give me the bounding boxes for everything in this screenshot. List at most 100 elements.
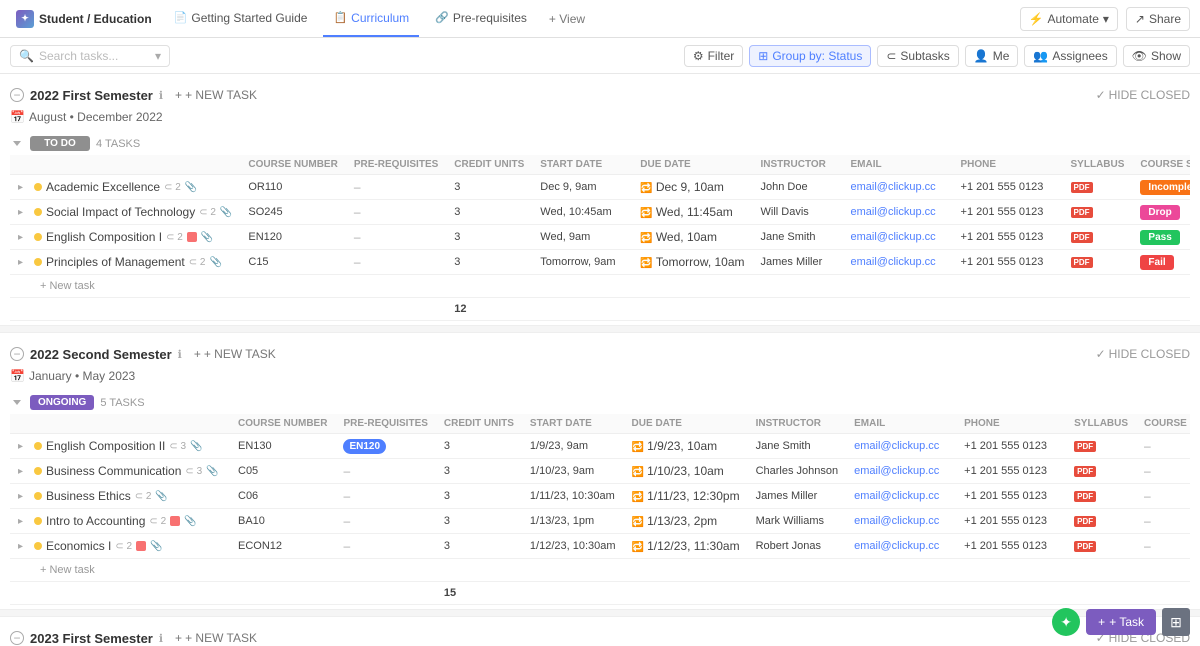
task-name[interactable]: English Composition I <box>46 230 162 244</box>
syllabus: PDF <box>1063 175 1133 200</box>
table-todo-first-2022: COURSE NUMBER PRE-REQUISITES CREDIT UNIT… <box>10 155 1190 321</box>
tab-curriculum[interactable]: 📋 Curriculum <box>323 0 419 37</box>
task-name[interactable]: Economics I <box>46 539 111 553</box>
share-icon: ↗ <box>1135 12 1145 26</box>
share-button[interactable]: ↗ Share <box>1126 7 1190 31</box>
task-name[interactable]: English Composition II <box>46 439 165 453</box>
row-expand-icon[interactable]: ▸ <box>18 516 30 527</box>
add-task-button[interactable]: + + Task <box>1086 609 1156 635</box>
course-status: – <box>1136 459 1190 484</box>
due-date: 🔁 Tomorrow, 10am <box>632 250 752 275</box>
subtasks-icon: ⊂ <box>886 49 896 63</box>
show-button[interactable]: 👁 Show <box>1123 45 1190 67</box>
th-credits: CREDIT UNITS <box>436 414 522 434</box>
course-status: – <box>1136 434 1190 459</box>
status-row-todo: TO DO 4 TASKS <box>10 132 1190 155</box>
tab-getting-started[interactable]: 📄 Getting Started Guide <box>164 0 318 37</box>
me-button[interactable]: 👤 Me <box>965 45 1019 67</box>
fab-green-icon[interactable]: ✦ <box>1052 608 1080 636</box>
instructor: Robert Jonas <box>748 534 847 559</box>
th-credits: CREDIT UNITS <box>446 155 532 175</box>
group-by-button[interactable]: ⊞ Group by: Status <box>749 45 871 67</box>
assignees-button[interactable]: 👥 Assignees <box>1024 45 1116 67</box>
th-course-status: COURSE STATUS <box>1132 155 1190 175</box>
search-box[interactable]: 🔍 Search tasks... ▾ <box>10 45 170 67</box>
add-view-button[interactable]: + View <box>543 12 591 26</box>
task-color-dot <box>34 183 42 191</box>
automate-button[interactable]: ⚡ Automate ▾ <box>1020 7 1118 31</box>
phone: +1 201 555 0123 <box>956 459 1066 484</box>
row-expand-icon[interactable]: ▸ <box>18 491 30 502</box>
task-name[interactable]: Social Impact of Technology <box>46 205 195 219</box>
section-collapse-second-2022[interactable]: − <box>10 347 24 361</box>
task-name-cell: ▸ English Composition II ⊂ 3 📎 <box>10 434 230 459</box>
task-name[interactable]: Intro to Accounting <box>46 514 145 528</box>
fab-grid-icon[interactable]: ⊞ <box>1162 608 1190 636</box>
status-badge-ongoing[interactable]: ONGOING <box>30 395 94 410</box>
phone: +1 201 555 0123 <box>953 225 1063 250</box>
group-icon: ⊞ <box>758 49 768 63</box>
row-expand-icon[interactable]: ▸ <box>18 441 30 452</box>
status-badge-todo[interactable]: TO DO <box>30 136 90 151</box>
share-label: Share <box>1149 12 1181 26</box>
attach-icon: 📎 <box>190 441 202 452</box>
new-task-row-ongoing[interactable]: + New task <box>10 559 1190 582</box>
subtasks-label: Subtasks <box>900 49 949 63</box>
attach-icon: 📎 <box>185 182 197 193</box>
plus-icon: + <box>194 347 201 361</box>
syllabus: PDF <box>1066 534 1136 559</box>
attach-icon: 📎 <box>150 541 162 552</box>
due-date: 🔁 Dec 9, 10am <box>632 175 752 200</box>
stop-icon <box>136 541 146 551</box>
section-collapse-first-2023[interactable]: − <box>10 631 24 645</box>
row-expand-icon[interactable]: ▸ <box>18 541 30 552</box>
section-info-icon-first-2022[interactable]: ℹ <box>159 89 163 102</box>
section-collapse-first-2022[interactable]: − <box>10 88 24 102</box>
subtasks-button[interactable]: ⊂ Subtasks <box>877 45 958 67</box>
app-logo[interactable]: ✦ Student / Education <box>10 10 158 28</box>
task-name-cell: ▸ Intro to Accounting ⊂ 2 📎 <box>10 509 230 534</box>
filter-button[interactable]: ⚙ Filter <box>684 45 743 67</box>
subtask-icon: ⊂ 2 <box>135 491 152 502</box>
collapse-ongoing[interactable] <box>10 396 24 410</box>
course-status: Fail <box>1132 250 1190 275</box>
instructor: James Miller <box>748 484 847 509</box>
task-name[interactable]: Business Communication <box>46 464 181 478</box>
due-date: 🔁 1/13/23, 2pm <box>624 509 748 534</box>
th-prereq: PRE-REQUISITES <box>335 414 435 434</box>
task-name[interactable]: Principles of Management <box>46 255 185 269</box>
section-title-second-2022: 2022 Second Semester <box>30 347 172 362</box>
row-expand-icon[interactable]: ▸ <box>18 257 30 268</box>
tab-curriculum-label: Curriculum <box>351 11 409 25</box>
task-name[interactable]: Business Ethics <box>46 489 131 503</box>
task-name[interactable]: Academic Excellence <box>46 180 160 194</box>
hide-closed-second-2022[interactable]: ✓ HIDE CLOSED <box>1096 347 1190 361</box>
sum-credits: 12 <box>446 298 532 321</box>
sum-course <box>230 582 335 605</box>
collapse-todo[interactable] <box>10 137 24 151</box>
section-info-icon-first-2023[interactable]: ℹ <box>159 632 163 645</box>
start-date: 1/11/23, 10:30am <box>522 484 624 509</box>
tab-prerequisites[interactable]: 🔗 Pre-requisites <box>425 0 537 37</box>
credits: 3 <box>436 534 522 559</box>
row-expand-icon[interactable]: ▸ <box>18 182 30 193</box>
hide-closed-first-2022[interactable]: ✓ HIDE CLOSED <box>1096 88 1190 102</box>
section-new-task-first-2022[interactable]: + + NEW TASK <box>169 86 263 104</box>
row-expand-icon[interactable]: ▸ <box>18 207 30 218</box>
sum-label <box>10 582 230 605</box>
row-expand-icon[interactable]: ▸ <box>18 232 30 243</box>
section-info-icon-second-2022[interactable]: ℹ <box>178 348 182 361</box>
th-syllabus: SYLLABUS <box>1066 414 1136 434</box>
filter-icon: ⚙ <box>693 49 704 63</box>
subtask-icon: ⊂ 2 <box>164 182 181 193</box>
new-task-row[interactable]: + New task <box>10 275 1190 298</box>
credits: 3 <box>436 459 522 484</box>
attach-icon: 📎 <box>206 466 218 477</box>
sum-rest <box>532 298 1190 321</box>
new-task-label[interactable]: + New task <box>10 559 1190 582</box>
row-expand-icon[interactable]: ▸ <box>18 466 30 477</box>
section-new-task-second-2022[interactable]: + + NEW TASK <box>188 345 282 363</box>
check-icon: ✓ <box>1096 88 1106 102</box>
new-task-label[interactable]: + New task <box>10 275 1190 298</box>
section-new-task-first-2023[interactable]: + + NEW TASK <box>169 629 263 646</box>
